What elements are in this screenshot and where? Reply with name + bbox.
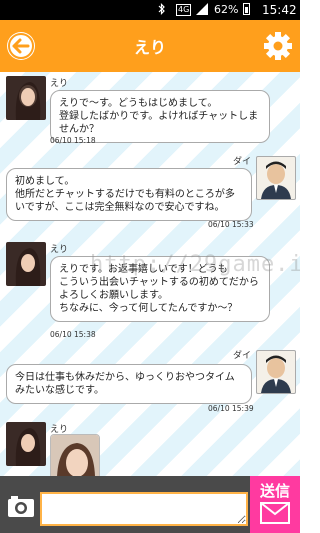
send-label: 送信 [259, 482, 290, 500]
network-type: 4G [176, 4, 192, 16]
message-outgoing: ダイ 今日は仕事も休みだから、ゆっくりおやつタイムみたいな感じです。 06/10… [0, 348, 300, 416]
avatar[interactable] [256, 350, 296, 394]
message-outgoing: ダイ 初めまして。 他所だとチャットするだけでも有料のところが多いですが、ここは… [0, 154, 300, 234]
app-bar: えり [0, 20, 300, 72]
timestamp: 06/10 15:33 [208, 220, 254, 229]
sender-name: ダイ [233, 157, 252, 167]
avatar[interactable] [6, 76, 46, 120]
back-button[interactable] [7, 32, 35, 60]
message-bubble: えりです。お返事嬉しいです！どうも こういう出会いチャットするの初めてだからよろ… [50, 256, 270, 322]
gear-icon [264, 32, 292, 60]
sender-name: えり [50, 79, 69, 89]
message-incoming: えり [0, 418, 300, 476]
battery-icon [243, 3, 250, 15]
message-incoming: えり えりです。お返事嬉しいです！どうも こういう出会いチャットするの初めてだか… [0, 238, 300, 348]
avatar[interactable] [6, 242, 46, 286]
camera-icon [8, 496, 34, 517]
clock: 15:42 [262, 3, 297, 17]
send-button[interactable]: 送信 [250, 476, 300, 533]
page-title: えり [133, 38, 166, 57]
battery-percent: 62% [214, 3, 239, 16]
timestamp: 06/10 15:39 [208, 404, 254, 413]
message-incoming: えり えりで～す。どうもはじめまして。 登録したばかりです。よければチャットしま… [0, 72, 300, 152]
back-arrow-icon [8, 33, 34, 59]
message-input[interactable] [40, 492, 248, 526]
avatar[interactable] [256, 156, 296, 200]
message-bubble: 初めまして。 他所だとチャットするだけでも有料のところが多いですが、ここは完全無… [6, 168, 252, 221]
timestamp: 06/10 15:18 [50, 136, 96, 145]
settings-button[interactable] [262, 30, 294, 62]
signal-icon [196, 3, 208, 15]
avatar[interactable] [6, 422, 46, 466]
timestamp: 06/10 15:38 [50, 330, 96, 339]
sender-name: ダイ [233, 351, 252, 361]
camera-button[interactable] [7, 494, 35, 518]
chat-thread[interactable]: えり えりで～す。どうもはじめまして。 登録したばかりです。よければチャットしま… [0, 72, 300, 476]
envelope-icon [260, 502, 290, 524]
image-attachment[interactable] [50, 434, 100, 476]
bluetooth-icon [158, 3, 166, 18]
status-bar: 4G 62% 15:42 [0, 0, 300, 20]
message-bubble: 今日は仕事も休みだから、ゆっくりおやつタイムみたいな感じです。 [6, 364, 252, 404]
sender-name: えり [50, 245, 69, 255]
